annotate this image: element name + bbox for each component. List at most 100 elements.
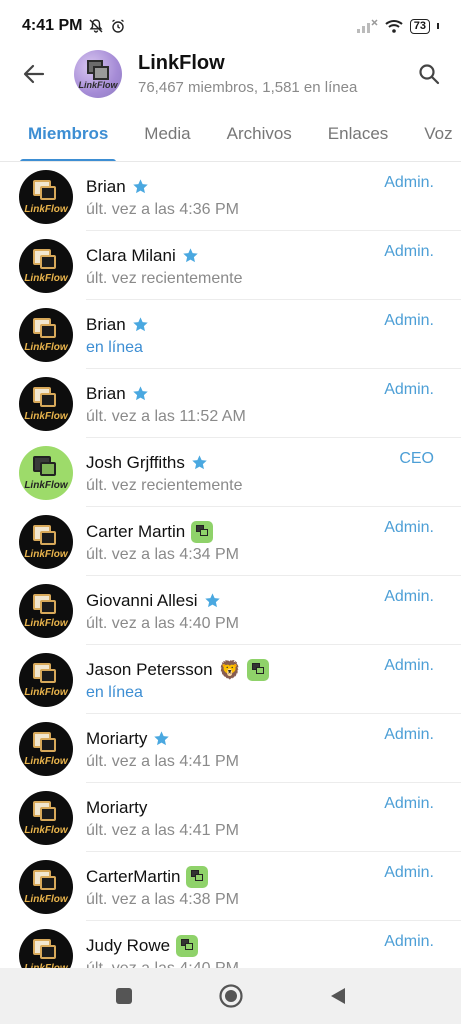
tab-voice[interactable]: Voz: [406, 112, 461, 161]
avatar: LinkFlow: [19, 928, 73, 968]
group-avatar[interactable]: LinkFlow: [74, 50, 122, 98]
avatar: LinkFlow: [19, 238, 73, 293]
member-status: en línea: [86, 683, 143, 701]
avatar: LinkFlow: [19, 790, 73, 845]
member-role: Admin.: [384, 312, 434, 329]
member-role: Admin.: [384, 519, 434, 536]
member-role: Admin.: [384, 726, 434, 743]
status-left: 4:41 PM: [22, 17, 126, 35]
member-status: últ. vez a las 4:36 PM: [86, 200, 239, 218]
tab-bar: Miembros Media Archivos Enlaces Voz: [0, 112, 461, 162]
linkflow-badge-icon: [247, 658, 270, 681]
wifi-icon: [385, 20, 403, 33]
home-button[interactable]: [211, 976, 251, 1016]
member-name: Jason Petersson: [86, 659, 213, 679]
member-row[interactable]: LinkFlow Judy Rowe últ. vez a las 4:40 P…: [0, 921, 461, 968]
member-status: últ. vez a las 4:41 PM: [86, 752, 239, 770]
avatar-logo-text: LinkFlow: [24, 617, 68, 629]
avatar: LinkFlow: [19, 514, 73, 569]
tab-members[interactable]: Miembros: [0, 112, 126, 161]
search-button[interactable]: [413, 58, 445, 90]
signal-icon: [356, 19, 378, 33]
member-status: en línea: [86, 338, 143, 356]
linkflow-badge-icon: [191, 520, 214, 543]
member-row[interactable]: LinkFlow CarterMartin últ. vez a las 4:3…: [0, 852, 461, 921]
member-status: últ. vez a las 4:38 PM: [86, 890, 239, 908]
star-icon: [192, 455, 207, 470]
lion-emoji-icon: 🦁: [218, 659, 242, 680]
star-icon: [204, 593, 220, 608]
group-title: LinkFlow: [138, 52, 225, 74]
logo-square-front: [93, 66, 109, 80]
member-status: últ. vez a las 4:40 PM: [86, 614, 239, 632]
avatar: LinkFlow: [19, 169, 73, 224]
recents-button[interactable]: [104, 976, 144, 1016]
member-role: Admin.: [384, 864, 434, 881]
member-row[interactable]: LinkFlow Moriarty últ. vez a las 4:41 PM…: [0, 714, 461, 783]
battery-indicator: 73: [409, 18, 430, 34]
back-button[interactable]: [18, 58, 50, 90]
header-text[interactable]: LinkFlow 76,467 miembros, 1,581 en línea: [138, 52, 413, 96]
avatar: LinkFlow: [19, 583, 73, 638]
member-status: últ. vez a las 11:52 AM: [86, 407, 246, 425]
member-name: Moriarty: [86, 728, 148, 748]
member-list: LinkFlow Brian últ. vez a las 4:36 PM Ad…: [0, 162, 461, 968]
avatar-logo-text: LinkFlow: [24, 479, 68, 491]
search-icon: [419, 64, 440, 85]
member-status: últ. vez a las 4:40 PM: [86, 959, 239, 969]
member-status: últ. vez recientemente: [86, 269, 243, 287]
linkflow-badge-icon: [186, 865, 209, 888]
tab-media[interactable]: Media: [126, 112, 208, 161]
avatar-logo-text: LinkFlow: [24, 410, 68, 422]
group-avatar-label: LinkFlow: [78, 80, 118, 90]
battery-level: 73: [413, 20, 426, 32]
member-role: Admin.: [384, 174, 434, 191]
avatar: LinkFlow: [19, 376, 73, 431]
member-row[interactable]: LinkFlow Clara Milani últ. vez recientem…: [0, 231, 461, 300]
member-name: Brian: [86, 176, 126, 196]
circle-home-icon: [218, 984, 243, 1008]
avatar: LinkFlow: [19, 721, 73, 776]
member-row[interactable]: LinkFlow Jason Petersson 🦁 en línea Admin…: [0, 645, 461, 714]
member-row[interactable]: LinkFlow Giovanni Allesi últ. vez a las …: [0, 576, 461, 645]
member-row[interactable]: LinkFlow Brian en línea Admin.: [0, 300, 461, 369]
member-row[interactable]: LinkFlow Brian últ. vez a las 4:36 PM Ad…: [0, 162, 461, 231]
avatar-logo-text: LinkFlow: [24, 893, 68, 905]
back-nav-button[interactable]: [318, 976, 358, 1016]
tab-files[interactable]: Archivos: [209, 112, 310, 161]
member-status: últ. vez recientemente: [86, 476, 243, 494]
tab-links[interactable]: Enlaces: [310, 112, 406, 161]
member-name: Moriarty: [86, 797, 148, 817]
member-status: últ. vez a las 4:41 PM: [86, 821, 239, 839]
avatar-logo-text: LinkFlow: [24, 824, 68, 836]
member-role: Admin.: [384, 381, 434, 398]
member-role: Admin.: [384, 243, 434, 260]
member-name: Giovanni Allesi: [86, 590, 198, 610]
member-role: Admin.: [384, 795, 434, 812]
member-name: Brian: [86, 314, 126, 334]
member-name: CarterMartin: [86, 866, 181, 886]
avatar-logo-text: LinkFlow: [24, 548, 68, 560]
member-name: Clara Milani: [86, 245, 176, 265]
star-icon: [132, 386, 148, 401]
star-icon: [132, 179, 148, 194]
member-role: CEO: [399, 450, 434, 467]
arrow-left-icon: [23, 64, 45, 84]
member-row[interactable]: LinkFlow Carter Martin últ. vez a las 4:…: [0, 507, 461, 576]
member-role: Admin.: [384, 588, 434, 605]
member-status: últ. vez a las 4:34 PM: [86, 545, 239, 563]
member-row[interactable]: LinkFlow Brian últ. vez a las 11:52 AM A…: [0, 369, 461, 438]
system-nav-bar: [0, 968, 461, 1024]
avatar: LinkFlow: [19, 652, 73, 707]
square-icon: [115, 988, 132, 1004]
status-right: 73: [356, 18, 439, 34]
alarm-icon: [112, 19, 125, 33]
chat-header: LinkFlow LinkFlow 76,467 miembros, 1,581…: [0, 44, 461, 104]
battery-tip: [437, 23, 439, 29]
star-icon: [154, 731, 170, 746]
star-icon: [132, 317, 148, 332]
member-name: Carter Martin: [86, 521, 186, 541]
member-row[interactable]: LinkFlow Moriarty últ. vez a las 4:41 PM…: [0, 783, 461, 852]
avatar: LinkFlow: [19, 307, 73, 362]
member-row[interactable]: LinkFlow Josh Grjffiths últ. vez recient…: [0, 438, 461, 507]
